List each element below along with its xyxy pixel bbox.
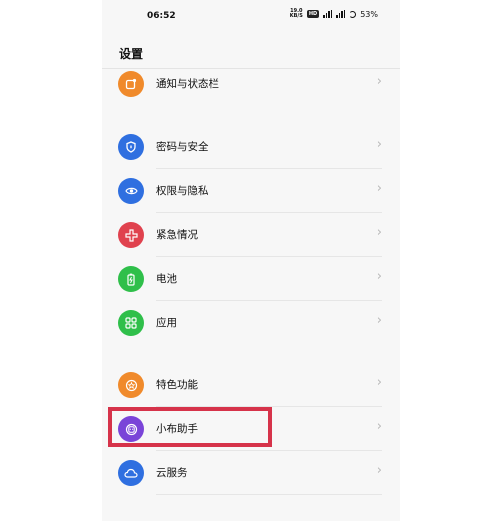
settings-item-emergency[interactable]: 紧急情况 › — [102, 213, 400, 257]
chevron-right-icon: › — [376, 419, 382, 434]
chevron-right-icon: › — [376, 463, 382, 478]
battery-ring-icon — [349, 10, 357, 18]
item-label: 通知与状态栏 — [156, 78, 219, 90]
apps-grid-icon — [118, 310, 144, 336]
chevron-right-icon: › — [376, 313, 382, 328]
battery-percent: 53% — [360, 9, 378, 19]
settings-item-special-features[interactable]: 特色功能 › — [102, 363, 400, 407]
item-label: 紧急情况 — [156, 229, 198, 241]
chevron-right-icon: › — [376, 225, 382, 240]
emergency-icon — [118, 222, 144, 248]
status-icons: 19.0 KB/S HD 53% — [290, 9, 378, 19]
chevron-right-icon: › — [376, 269, 382, 284]
chevron-right-icon: › — [376, 74, 382, 89]
item-label: 权限与隐私 — [156, 185, 209, 197]
item-label: 特色功能 — [156, 379, 198, 391]
status-time: 06:52 — [147, 11, 176, 21]
status-bar: 06:52 19.0 KB/S HD 53% — [102, 0, 400, 34]
settings-item-apps[interactable]: 应用 › — [102, 301, 400, 345]
cloud-icon — [118, 460, 144, 486]
settings-item-battery[interactable]: 电池 › — [102, 257, 400, 301]
item-divider — [156, 494, 382, 495]
chevron-right-icon: › — [376, 181, 382, 196]
eye-privacy-icon — [118, 178, 144, 204]
item-label: 电池 — [156, 273, 177, 285]
chevron-right-icon: › — [376, 375, 382, 390]
hd-badge: HD — [306, 10, 320, 18]
item-label: 密码与安全 — [156, 141, 209, 153]
shield-icon — [118, 134, 144, 160]
battery-icon — [118, 266, 144, 292]
item-label: 云服务 — [156, 467, 188, 479]
signal-icon — [323, 10, 333, 18]
highlight-box — [108, 407, 272, 447]
signal-icon-2 — [336, 10, 346, 18]
settings-item-password-security[interactable]: 密码与安全 › — [102, 125, 400, 169]
star-icon — [118, 372, 144, 398]
item-label: 应用 — [156, 317, 177, 329]
page-title: 设置 — [119, 47, 144, 61]
settings-item-permissions-privacy[interactable]: 权限与隐私 › — [102, 169, 400, 213]
notification-icon — [118, 71, 144, 97]
chevron-right-icon: › — [376, 137, 382, 152]
settings-item-notifications[interactable]: 通知与状态栏 › — [102, 62, 400, 106]
settings-item-cloud-service[interactable]: 云服务 › — [102, 451, 400, 495]
network-speed: 19.0 KB/S — [289, 8, 303, 19]
